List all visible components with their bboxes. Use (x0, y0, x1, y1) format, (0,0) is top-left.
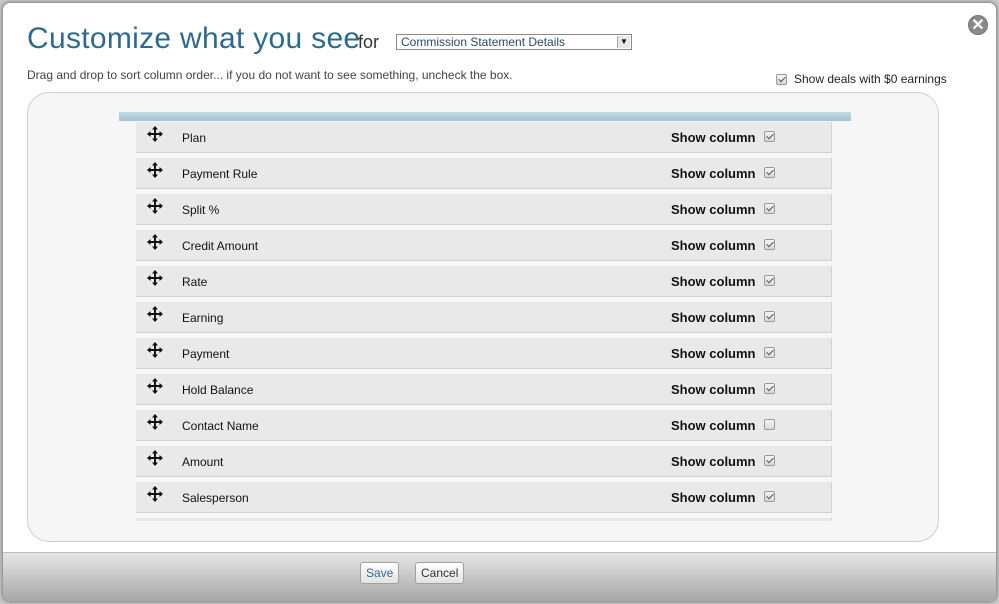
show-column-checkbox[interactable] (764, 455, 775, 466)
show-zero-earnings-label: Show deals with $0 earnings (794, 72, 947, 86)
show-column-label: Show column (671, 490, 756, 505)
columns-panel: Plan Show column Payment Rule Show column Sp… (27, 92, 939, 542)
move-arrows-icon[interactable] (146, 269, 164, 287)
instructions-text: Drag and drop to sort column order... if… (27, 68, 513, 82)
dialog-title: Customize what you see (27, 22, 361, 55)
show-column-checkbox[interactable] (764, 383, 775, 394)
cancel-button[interactable]: Cancel (415, 562, 465, 584)
move-arrows-icon[interactable] (146, 377, 164, 395)
move-arrows-icon[interactable] (146, 233, 164, 251)
column-row[interactable]: Hold Balance Show column (136, 374, 832, 405)
column-row[interactable]: Salesperson Show column (136, 482, 832, 513)
show-column-checkbox[interactable] (764, 419, 775, 430)
show-column-label: Show column (671, 238, 756, 253)
show-column-label: Show column (671, 130, 756, 145)
column-name: Payment (182, 347, 230, 361)
show-zero-earnings-option: Show deals with $0 earnings (776, 72, 947, 86)
move-arrows-icon[interactable] (146, 449, 164, 467)
show-column-label: Show column (671, 382, 756, 397)
dialog-footer: Save Cancel (3, 552, 996, 601)
show-column-checkbox[interactable] (764, 491, 775, 502)
chevron-down-icon[interactable]: ▼ (617, 36, 630, 48)
column-name: Earning (182, 311, 224, 325)
save-button[interactable]: Save (360, 562, 400, 584)
show-column-label: Show column (671, 166, 756, 181)
show-column-checkbox[interactable] (764, 311, 775, 322)
move-arrows-icon[interactable] (146, 485, 164, 503)
show-column-label: Show column (671, 274, 756, 289)
column-row[interactable]: Payment Rule Show column (136, 158, 832, 189)
close-icon[interactable]: ✕ (968, 15, 988, 35)
column-row[interactable]: Split % Show column (136, 194, 832, 225)
column-name: Amount (182, 455, 224, 469)
move-arrows-icon[interactable] (146, 197, 164, 215)
report-select[interactable]: Commission Statement Details ▼ (396, 34, 632, 50)
move-arrows-icon[interactable] (146, 161, 164, 179)
show-column-checkbox[interactable] (764, 275, 775, 286)
column-row[interactable]: Contact Name Show column (136, 410, 832, 441)
column-name: Credit Amount (182, 239, 259, 253)
column-row[interactable]: Payment Show column (136, 338, 832, 369)
show-column-checkbox[interactable] (764, 167, 775, 178)
column-row[interactable]: Plan Show column (136, 122, 832, 153)
column-name: Salesperson (182, 491, 249, 505)
for-label: for (358, 32, 380, 52)
column-name: Rate (182, 275, 208, 289)
column-name: Split % (182, 203, 220, 217)
customize-dialog: ✕ Customize what you see for Commission … (2, 2, 997, 602)
move-arrows-icon[interactable] (146, 413, 164, 431)
column-row[interactable]: Amount Show column (136, 446, 832, 477)
report-select-value: Commission Statement Details (401, 35, 566, 49)
columns-header-bar (119, 112, 851, 121)
column-name: Payment Rule (182, 167, 258, 181)
show-column-checkbox[interactable] (764, 131, 775, 142)
show-column-label: Show column (671, 418, 756, 433)
show-column-label: Show column (671, 346, 756, 361)
show-column-checkbox[interactable] (764, 347, 775, 358)
column-name: Contact Name (182, 419, 259, 433)
show-column-checkbox[interactable] (764, 203, 775, 214)
columns-list[interactable]: Plan Show column Payment Rule Show column Sp… (136, 122, 832, 521)
show-column-checkbox[interactable] (764, 239, 775, 250)
column-row[interactable]: Entry DateShow column (136, 518, 832, 521)
move-arrows-icon[interactable] (146, 341, 164, 359)
column-row[interactable]: Rate Show column (136, 266, 832, 297)
column-name: Plan (182, 131, 207, 145)
show-column-label: Show column (671, 454, 756, 469)
column-row[interactable]: Earning Show column (136, 302, 832, 333)
move-arrows-icon[interactable] (146, 305, 164, 323)
show-column-label: Show column (671, 202, 756, 217)
column-row[interactable]: Credit Amount Show column (136, 230, 832, 261)
show-zero-earnings-checkbox[interactable] (776, 73, 787, 85)
move-arrows-icon[interactable] (146, 125, 164, 143)
column-name: Hold Balance (182, 383, 254, 397)
show-column-label: Show column (671, 310, 756, 325)
